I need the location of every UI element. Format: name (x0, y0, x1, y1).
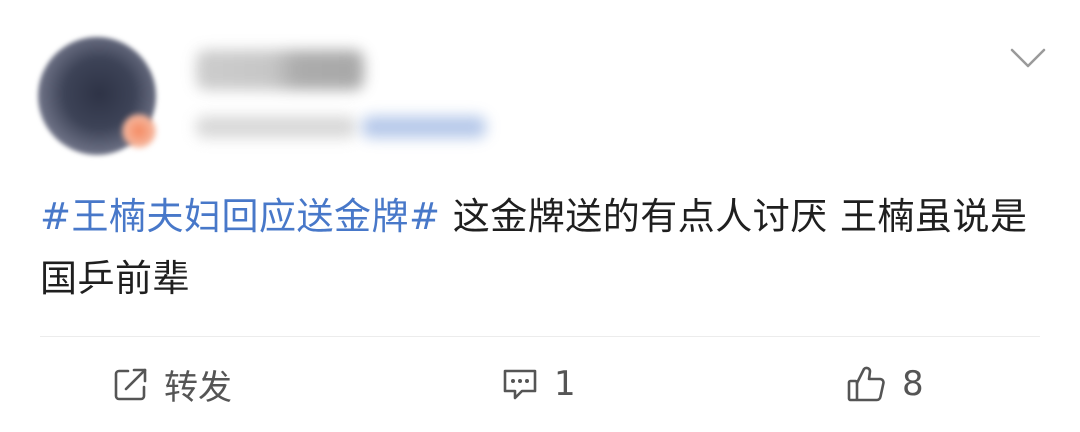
like-button[interactable]: 8 (846, 356, 924, 412)
source-blurred (362, 116, 486, 138)
comment-count: 1 (554, 364, 576, 404)
timestamp-blurred (196, 116, 356, 138)
repost-icon (112, 365, 150, 403)
like-count: 8 (902, 364, 924, 404)
avatar-badge (122, 114, 156, 148)
thumbs-up-icon (846, 364, 888, 404)
divider (40, 336, 1040, 337)
post-content: #王楠夫妇回应送金牌# 这金牌送的有点人讨厌 王楠虽说是国乒前辈 (40, 186, 1040, 310)
chevron-down-icon[interactable] (1008, 44, 1048, 72)
repost-button[interactable]: 转发 (112, 356, 232, 412)
topic-link[interactable]: #王楠夫妇回应送金牌# (40, 195, 441, 238)
comment-button[interactable]: 1 (500, 356, 576, 412)
comment-icon (500, 365, 540, 403)
username-blurred[interactable] (196, 50, 364, 90)
repost-label: 转发 (164, 367, 232, 408)
